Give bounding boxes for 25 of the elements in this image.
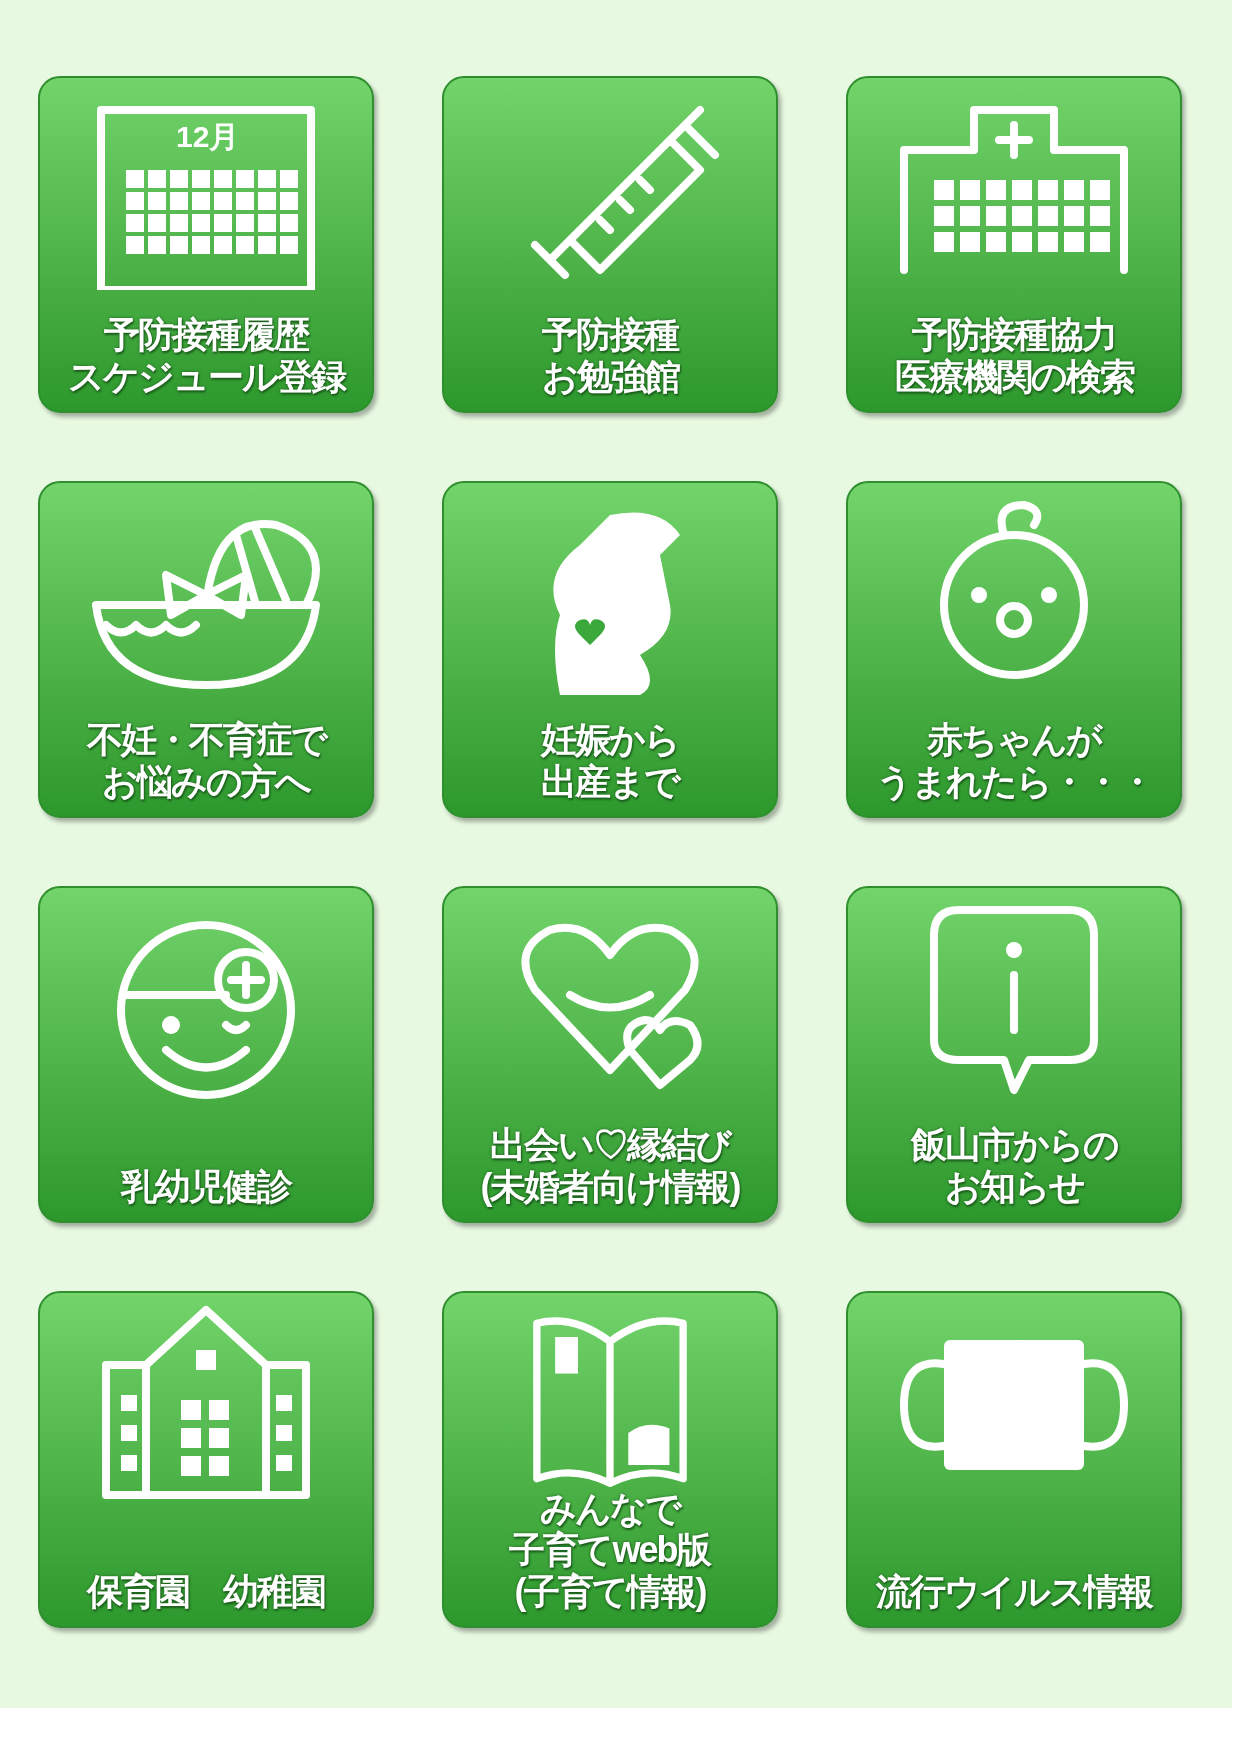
menu-tile[interactable]: 赤ちゃんが うまれたら・・・ — [846, 481, 1182, 818]
tile-label: 飯山市からの お知らせ — [909, 1124, 1119, 1207]
tile-label: 予防接種 お勉強館 — [540, 314, 680, 397]
menu-tile[interactable]: 飯山市からの お知らせ — [846, 886, 1182, 1223]
tile-label: 妊娠から 出産まで — [539, 719, 682, 802]
menu-tile[interactable]: 妊娠から 出産まで — [442, 481, 778, 818]
menu-tile[interactable]: 乳幼児健診 — [38, 886, 374, 1223]
tile-label: 乳幼児健診 — [119, 1165, 294, 1207]
menu-tile[interactable]: 流行ウイルス情報 — [846, 1291, 1182, 1628]
tile-label: 赤ちゃんが うまれたら・・・ — [874, 719, 1154, 802]
tile-label: 予防接種協力 医療機関の検索 — [893, 314, 1135, 397]
menu-tile[interactable]: 12月 予防接種履歴 スケジュール登録 — [38, 76, 374, 413]
tile-label: 不妊・不育症で お悩みの方へ — [85, 719, 328, 802]
tile-label: みんなで 子育てweb版 (子育て情報) — [508, 1487, 713, 1612]
menu-tile[interactable]: 出会い♡縁結び (未婚者向け情報) — [442, 886, 778, 1223]
tile-label: 保育園 幼稚園 — [85, 1570, 326, 1612]
tile-label: 流行ウイルス情報 — [875, 1570, 1154, 1612]
tile-label: 出会い♡縁結び (未婚者向け情報) — [479, 1124, 741, 1207]
menu-tile[interactable]: 予防接種 お勉強館 — [442, 76, 778, 413]
tile-label: 予防接種履歴 スケジュール登録 — [66, 314, 346, 397]
menu-tile[interactable]: 予防接種協力 医療機関の検索 — [846, 76, 1182, 413]
menu-tile[interactable]: 不妊・不育症で お悩みの方へ — [38, 481, 374, 818]
menu-tile[interactable]: 保育園 幼稚園 — [38, 1291, 374, 1628]
calendar-month: 12月 — [176, 122, 240, 152]
menu-tile[interactable]: みんなで 子育てweb版 (子育て情報) — [442, 1291, 778, 1628]
